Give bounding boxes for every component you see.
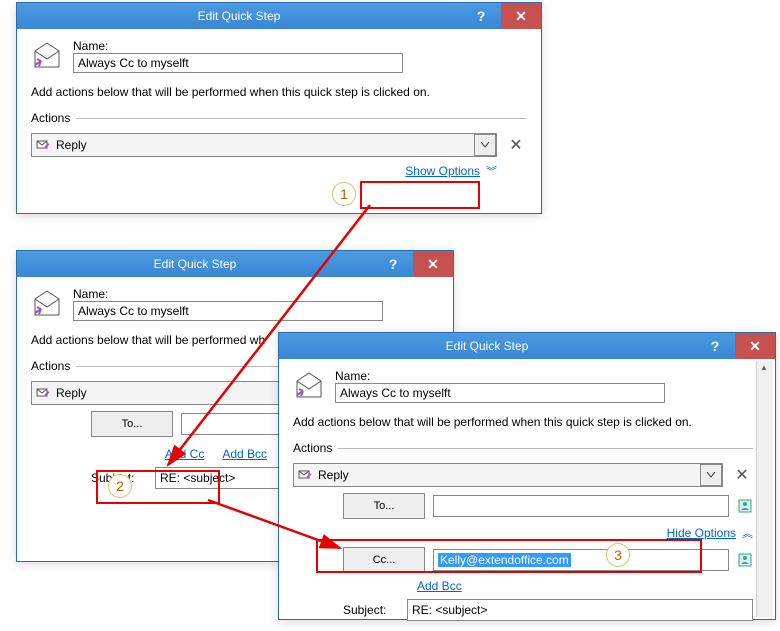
remove-action-button[interactable]: ✕: [731, 464, 753, 486]
name-label: Name:: [73, 39, 108, 53]
add-cc-link[interactable]: Add Cc: [165, 447, 204, 461]
help-button[interactable]: ?: [695, 333, 735, 359]
action-value: Reply: [54, 386, 280, 400]
dropdown-button[interactable]: [474, 134, 496, 156]
titlebar[interactable]: Edit Quick Step ? ✕: [17, 251, 453, 277]
close-button[interactable]: ✕: [501, 3, 541, 29]
instructions-text: Add actions below that will be performed…: [293, 415, 753, 429]
add-bcc-link[interactable]: Add Bcc: [417, 579, 462, 593]
dropdown-button[interactable]: [700, 464, 722, 486]
close-button[interactable]: ✕: [735, 333, 775, 359]
cc-email-value: Kelly@extendoffice.com: [438, 553, 571, 567]
address-book-icon[interactable]: [737, 552, 753, 568]
quick-step-icon: [31, 41, 63, 73]
action-select[interactable]: Reply: [293, 463, 723, 487]
close-button[interactable]: ✕: [413, 251, 453, 277]
help-button[interactable]: ?: [461, 3, 501, 29]
cc-button[interactable]: Cc...: [343, 547, 425, 573]
step-number-3: 3: [606, 543, 630, 567]
name-input[interactable]: [335, 383, 665, 403]
to-button[interactable]: To...: [343, 493, 425, 519]
name-label: Name:: [335, 369, 370, 383]
reply-icon: [32, 386, 54, 400]
reply-icon: [294, 468, 316, 482]
quick-step-icon: [31, 289, 63, 321]
dialog-title: Edit Quick Step: [17, 9, 461, 23]
edit-quick-step-dialog-1: Edit Quick Step ? ✕ Name: Add actions be…: [16, 2, 542, 214]
divider: [76, 118, 527, 119]
action-select[interactable]: Reply: [31, 133, 497, 157]
edit-quick-step-dialog-3: Edit Quick Step ? ✕ Name: Add actions be…: [278, 332, 776, 620]
divider: [338, 448, 753, 449]
instructions-text: Add actions below that will be performed…: [31, 85, 527, 99]
to-button[interactable]: To...: [91, 411, 173, 437]
step-number-1: 1: [332, 182, 356, 206]
name-input[interactable]: [73, 301, 383, 321]
action-value: Reply: [316, 468, 696, 482]
actions-label: Actions: [293, 441, 332, 455]
dialog-title: Edit Quick Step: [279, 339, 695, 353]
help-button[interactable]: ?: [373, 251, 413, 277]
reply-icon: [32, 138, 54, 152]
titlebar[interactable]: Edit Quick Step ? ✕: [279, 333, 775, 359]
step-number-2: 2: [108, 474, 132, 498]
chevron-up-icon: ︽: [742, 525, 753, 541]
quick-step-icon: [293, 371, 325, 403]
hide-options-link[interactable]: Hide Options: [667, 526, 736, 540]
add-bcc-link[interactable]: Add Bcc: [222, 447, 267, 461]
action-value: Reply: [54, 138, 470, 152]
dialog-title: Edit Quick Step: [17, 257, 373, 271]
address-book-icon[interactable]: [737, 498, 753, 514]
chevron-down-icon: ︾: [486, 163, 497, 179]
name-label: Name:: [73, 287, 108, 301]
instructions-text: Add actions below that will be performed…: [31, 333, 311, 347]
name-input[interactable]: [73, 53, 403, 73]
cc-input[interactable]: Kelly@extendoffice.com: [433, 549, 729, 571]
subject-value: RE: <subject>: [160, 471, 235, 485]
subject-input[interactable]: RE: <subject>: [155, 467, 285, 489]
actions-label: Actions: [31, 359, 70, 373]
action-select[interactable]: Reply: [31, 381, 281, 405]
to-input[interactable]: [433, 495, 729, 517]
titlebar[interactable]: Edit Quick Step ? ✕: [17, 3, 541, 29]
actions-label: Actions: [31, 111, 70, 125]
remove-action-button[interactable]: ✕: [505, 134, 527, 156]
subject-label: Subject:: [343, 603, 399, 617]
subject-value: RE: <subject>: [412, 603, 487, 617]
show-options-link[interactable]: Show Options: [405, 164, 480, 178]
subject-input[interactable]: RE: <subject>: [407, 599, 753, 621]
